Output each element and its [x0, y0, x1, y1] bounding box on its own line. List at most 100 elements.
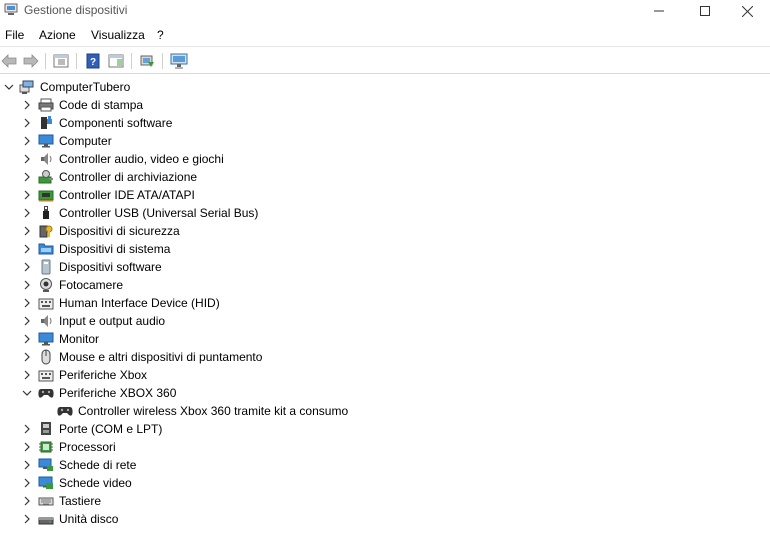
chevron-right-icon[interactable] [21, 207, 33, 219]
minimize-icon [654, 10, 664, 12]
monitor-icon [38, 332, 54, 346]
menu-visualizza[interactable]: Visualizza [91, 28, 145, 42]
tree-category-label: Controller IDE ATA/ATAPI [59, 188, 195, 202]
chevron-right-icon[interactable] [21, 189, 33, 201]
chevron-right-icon[interactable] [21, 297, 33, 309]
chevron-right-icon[interactable] [21, 225, 33, 237]
speaker-icon [41, 315, 52, 327]
update-driver-button[interactable] [138, 52, 156, 70]
software-device-icon [41, 259, 51, 275]
chevron-right-icon[interactable] [21, 261, 33, 273]
tree-category[interactable]: Input e output audio [0, 312, 770, 330]
chevron-right-icon[interactable] [21, 513, 33, 525]
toolbar-separator [76, 53, 77, 69]
action-pane-button[interactable] [107, 52, 125, 70]
tree-category[interactable]: Schede di rete [0, 456, 770, 474]
tree-category[interactable]: Componenti software [0, 114, 770, 132]
tree-root-label: ComputerTubero [40, 80, 131, 94]
display-adapter-icon [38, 476, 53, 489]
tree-category[interactable]: Unità disco [0, 510, 770, 528]
chevron-right-icon[interactable] [21, 351, 33, 363]
chevron-right-icon[interactable] [21, 99, 33, 111]
chevron-right-icon[interactable] [21, 135, 33, 147]
tree-category-label: Computer [59, 134, 112, 148]
tree-category-label: Porte (COM e LPT) [59, 422, 163, 436]
tree-device[interactable]: Controller wireless Xbox 360 tramite kit… [0, 402, 770, 420]
maximize-button[interactable] [682, 0, 728, 22]
disk-drive-icon [38, 517, 54, 525]
tree-category[interactable]: Porte (COM e LPT) [0, 420, 770, 438]
tree-category[interactable]: Mouse e altri dispositivi di puntamento [0, 348, 770, 366]
tree-category[interactable]: Fotocamere [0, 276, 770, 294]
chevron-right-icon[interactable] [21, 477, 33, 489]
tree-category[interactable]: Dispositivi di sicurezza [0, 222, 770, 240]
system-folder-icon [38, 243, 54, 255]
tree-category-label: Tastiere [59, 494, 102, 508]
tree-category[interactable]: Code di stampa [0, 96, 770, 114]
menu-help[interactable]: ? [157, 28, 164, 42]
toolbar: ? [0, 46, 770, 74]
gamepad-icon [57, 407, 73, 416]
tree-category[interactable]: Dispositivi software [0, 258, 770, 276]
scan-hardware-button[interactable] [170, 52, 188, 70]
tree-category-label: Controller audio, video e giochi [59, 152, 224, 166]
menu-azione[interactable]: Azione [39, 28, 76, 42]
window-title: Gestione dispositivi [24, 3, 128, 17]
tree-category[interactable]: Schede video [0, 474, 770, 492]
tree-category-label: Periferiche XBOX 360 [59, 386, 177, 400]
chevron-right-icon[interactable] [21, 459, 33, 471]
chevron-right-icon[interactable] [21, 117, 33, 129]
menu-file[interactable]: File [5, 28, 24, 42]
tree-category-label: Input e output audio [59, 314, 166, 328]
tree-category[interactable]: Computer [0, 132, 770, 150]
chevron-down-icon[interactable] [21, 387, 33, 399]
software-component-icon [41, 116, 52, 129]
storage-controller-icon [38, 170, 53, 184]
chevron-right-icon[interactable] [21, 333, 33, 345]
tree-category[interactable]: Periferiche XBOX 360 [0, 384, 770, 402]
hid-icon [38, 370, 54, 382]
tree-root[interactable]: ComputerTubero [0, 78, 770, 96]
chevron-right-icon[interactable] [21, 243, 33, 255]
tree-category[interactable]: Controller USB (Universal Serial Bus) [0, 204, 770, 222]
device-manager-icon [4, 3, 18, 15]
help-button[interactable]: ? [84, 52, 102, 70]
tree-category[interactable]: Controller di archiviazione [0, 168, 770, 186]
ide-controller-icon [38, 190, 54, 202]
forward-button[interactable] [22, 52, 40, 70]
tree-category[interactable]: Controller audio, video e giochi [0, 150, 770, 168]
close-icon [741, 5, 753, 17]
toolbar-separator [45, 53, 46, 69]
chevron-down-icon[interactable] [3, 81, 15, 93]
minimize-button[interactable] [636, 0, 682, 22]
properties-button[interactable] [52, 52, 70, 70]
close-button[interactable] [724, 0, 770, 22]
tree-category-label: Code di stampa [59, 98, 144, 112]
chevron-right-icon[interactable] [21, 153, 33, 165]
tree-category[interactable]: Controller IDE ATA/ATAPI [0, 186, 770, 204]
tree-category[interactable]: Processori [0, 438, 770, 456]
tree-category-label: Periferiche Xbox [59, 368, 148, 382]
chevron-right-icon[interactable] [21, 279, 33, 291]
maximize-icon [700, 6, 710, 16]
tree-category[interactable]: Monitor [0, 330, 770, 348]
chevron-right-icon[interactable] [21, 369, 33, 381]
chevron-right-icon[interactable] [21, 495, 33, 507]
back-button[interactable] [0, 52, 18, 70]
tree-category[interactable]: Dispositivi di sistema [0, 240, 770, 258]
security-key-icon [39, 225, 53, 238]
chevron-right-icon[interactable] [21, 423, 33, 435]
tree-category-label: Schede video [59, 476, 132, 490]
mouse-icon [41, 349, 51, 365]
tree-category-label: Dispositivi software [59, 260, 162, 274]
tree-category[interactable]: Tastiere [0, 492, 770, 510]
tree-category-label: Dispositivi di sicurezza [59, 224, 180, 238]
chevron-right-icon[interactable] [21, 171, 33, 183]
tree-category[interactable]: Human Interface Device (HID) [0, 294, 770, 312]
update-driver-icon [140, 55, 154, 67]
tree-category-label: Dispositivi di sistema [59, 242, 171, 256]
chevron-right-icon[interactable] [21, 441, 33, 453]
chevron-right-icon[interactable] [21, 315, 33, 327]
tree-category[interactable]: Periferiche Xbox [0, 366, 770, 384]
action-pane-icon [108, 54, 124, 68]
